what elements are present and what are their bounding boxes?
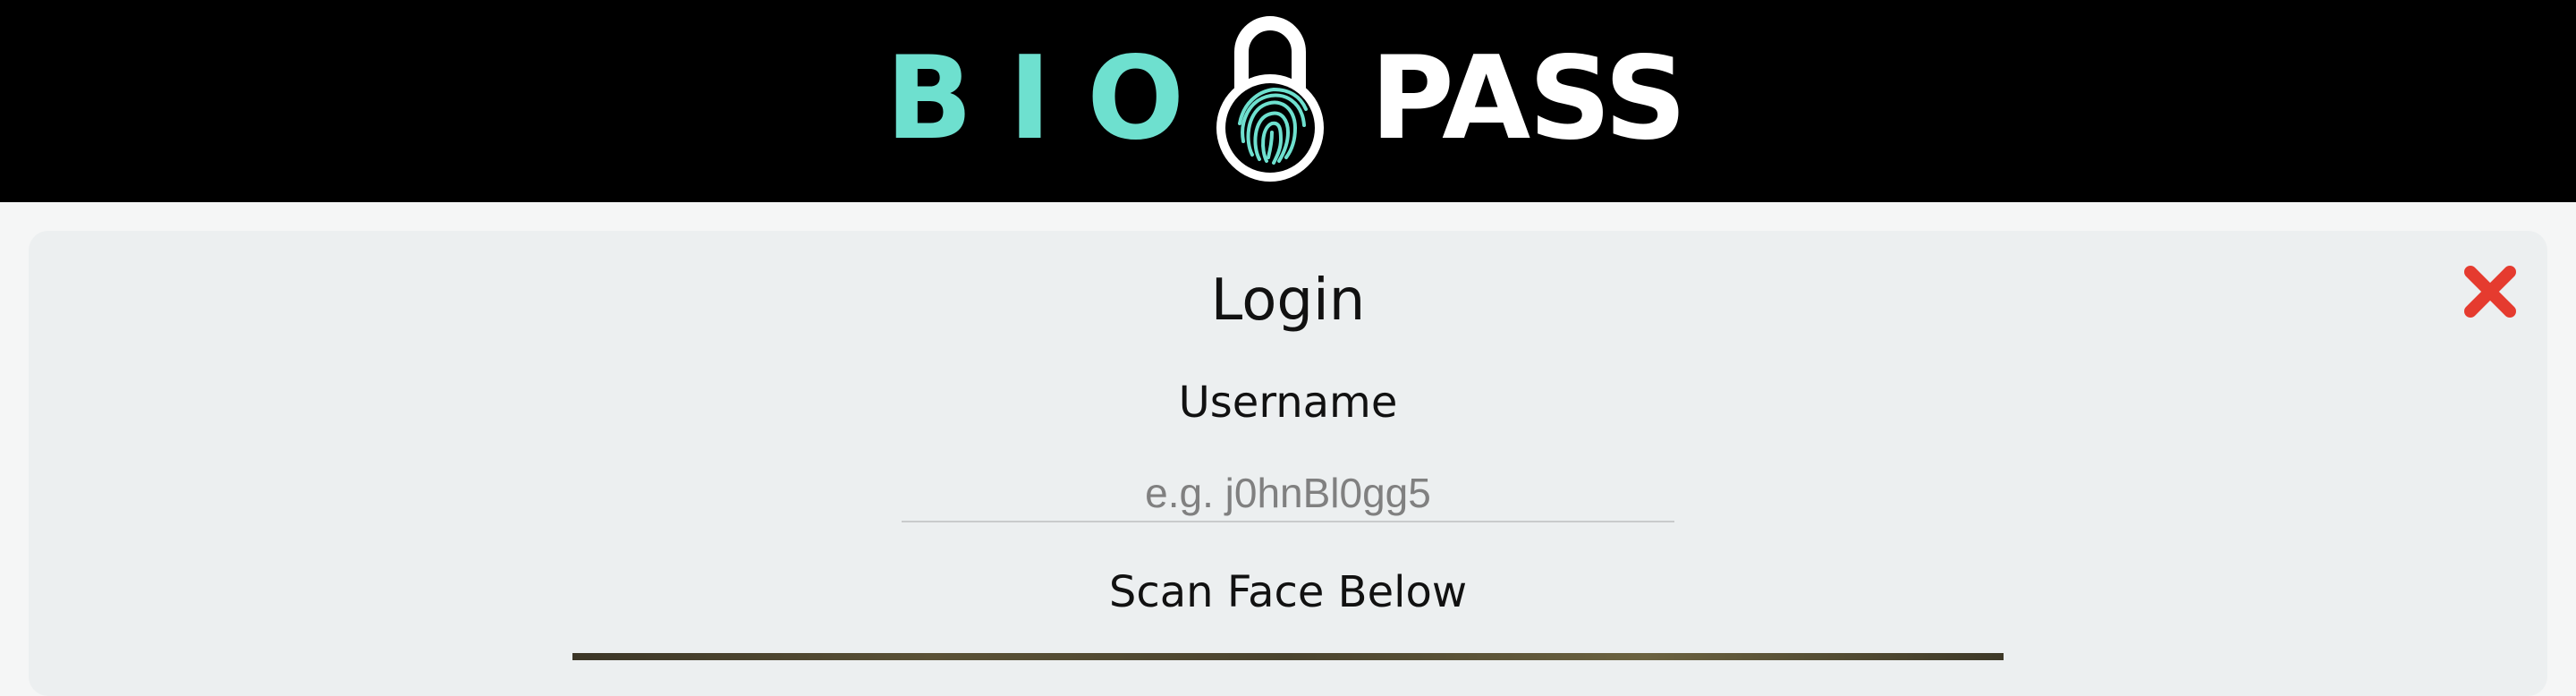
padlock-fingerprint-icon bbox=[1216, 16, 1324, 182]
scan-face-label: Scan Face Below bbox=[1108, 567, 1468, 617]
app-header: BIO PASS bbox=[0, 0, 2576, 202]
logo-word-pass: PASS bbox=[1370, 32, 1687, 166]
logo-word-bio: BIO bbox=[886, 32, 1220, 166]
biopass-logo: BIO PASS bbox=[886, 0, 1690, 202]
username-label: Username bbox=[1178, 378, 1398, 428]
username-input[interactable] bbox=[902, 465, 1674, 522]
camera-feed bbox=[572, 653, 2004, 660]
page-title: Login bbox=[1210, 267, 1366, 334]
